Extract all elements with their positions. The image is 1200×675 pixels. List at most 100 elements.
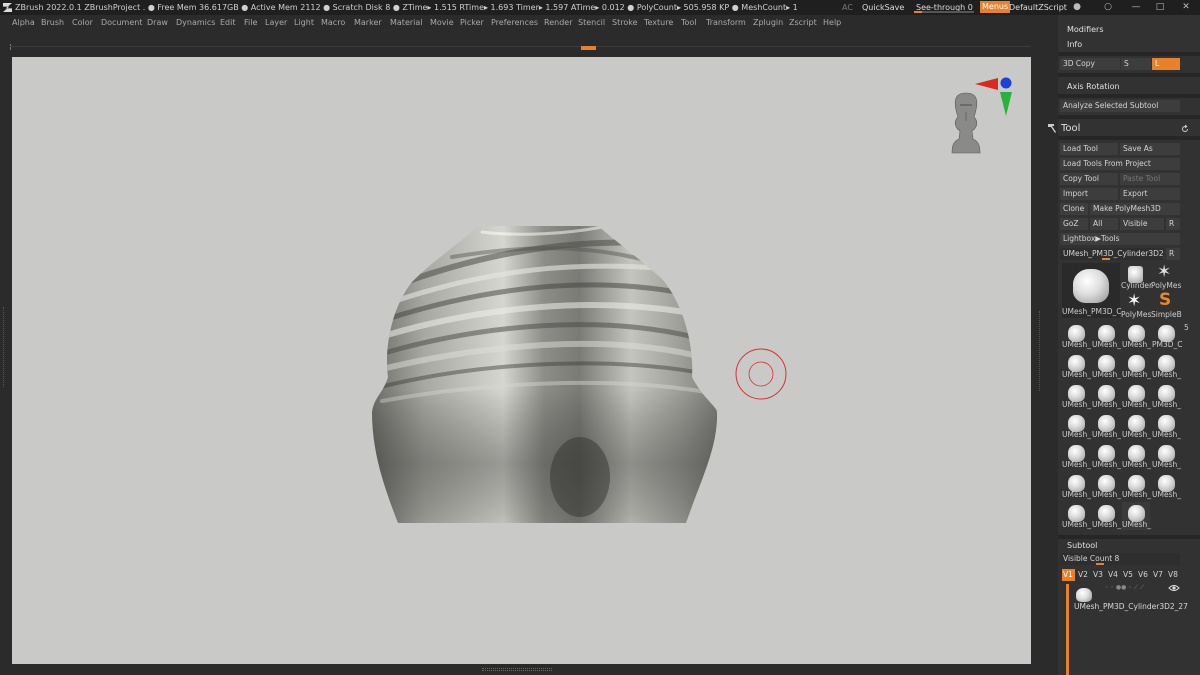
bottom-tray-grip[interactable] <box>482 668 552 671</box>
document-canvas[interactable] <box>12 57 1031 664</box>
menu-document[interactable]: Document <box>101 15 142 31</box>
menu-render[interactable]: Render <box>544 15 572 31</box>
tool-thumb[interactable]: UMesh_ <box>1122 442 1151 470</box>
bottom-tray[interactable] <box>12 664 1031 675</box>
s-button[interactable]: S <box>1121 58 1151 70</box>
tool-thumb-selected[interactable]: UMesh_ <box>1122 502 1151 530</box>
tool-thumb-polymesh-star-2[interactable]: ✶ PolyMes <box>1121 291 1151 320</box>
tool-thumb[interactable]: UMesh_ <box>1062 322 1091 350</box>
l-button[interactable]: L <box>1152 58 1180 70</box>
menu-marker[interactable]: Marker <box>354 15 382 31</box>
subtool-header[interactable]: Subtool <box>1067 541 1097 550</box>
subtool-toggle-icons[interactable]: ◦ ◦ ●● ◦ ⟋ ⟋ <box>1105 584 1144 592</box>
tool-thumb-main[interactable]: UMesh_PM3D_C <box>1062 263 1122 318</box>
menu-help[interactable]: Help <box>823 15 841 31</box>
menu-layer[interactable]: Layer <box>265 15 287 31</box>
close-icon[interactable]: ✕ <box>1181 2 1191 12</box>
default-zscript-button[interactable]: DefaultZScript <box>1009 0 1067 15</box>
tool-thumb[interactable]: UMesh_ <box>1062 412 1091 440</box>
menu-file[interactable]: File <box>244 15 257 31</box>
see-through-slider[interactable] <box>914 11 974 13</box>
menu-preferences[interactable]: Preferences <box>491 15 538 31</box>
menu-zscript[interactable]: Zscript <box>789 15 817 31</box>
visibility-eye-icon[interactable] <box>1168 584 1180 592</box>
tool-thumb[interactable]: UMesh_ <box>1122 472 1151 500</box>
minimize-icon[interactable]: — <box>1131 2 1141 12</box>
goz-visible-button[interactable]: Visible <box>1120 218 1164 230</box>
menu-transform[interactable]: Transform <box>706 15 746 31</box>
tool-thumb[interactable]: UMesh_ <box>1152 472 1181 500</box>
right-tray-grip[interactable] <box>1039 311 1043 391</box>
version-v1-button[interactable]: V1 <box>1062 569 1075 581</box>
menu-tool[interactable]: Tool <box>681 15 697 31</box>
axis-gizmo[interactable] <box>975 77 1012 117</box>
goz-r-button[interactable]: R <box>1166 218 1180 230</box>
menu-alpha[interactable]: Alpha <box>12 15 35 31</box>
import-button[interactable]: Import <box>1060 188 1118 200</box>
tool-thumb[interactable]: UMesh_ <box>1062 502 1091 530</box>
current-tool-slider[interactable]: UMesh_PM3D_Cylinder3D2_27 <box>1060 248 1164 260</box>
load-tools-from-project-button[interactable]: Load Tools From Project <box>1060 158 1180 170</box>
menu-color[interactable]: Color <box>72 15 93 31</box>
tool-thumb[interactable]: UMesh_ <box>1122 412 1151 440</box>
tool-thumb[interactable]: UMesh_ <box>1062 472 1091 500</box>
menu-macro[interactable]: Macro <box>321 15 345 31</box>
menu-draw[interactable]: Draw <box>147 15 168 31</box>
menu-brush[interactable]: Brush <box>41 15 64 31</box>
tool-thumb[interactable]: UMesh_ <box>1092 322 1121 350</box>
version-v6-button[interactable]: V6 <box>1137 569 1150 581</box>
tool-palette-title[interactable]: Tool <box>1061 123 1080 134</box>
version-v4-button[interactable]: V4 <box>1107 569 1120 581</box>
load-tool-button[interactable]: Load Tool <box>1060 143 1118 155</box>
version-v8-button[interactable]: V8 <box>1167 569 1180 581</box>
tool-thumb[interactable]: UMesh_ <box>1092 472 1121 500</box>
menu-picker[interactable]: Picker <box>460 15 484 31</box>
tool-thumb[interactable]: UMesh_ <box>1122 382 1151 410</box>
navigation-head-gizmo-icon[interactable] <box>951 92 981 154</box>
current-tool-slider-thumb[interactable] <box>1102 258 1110 260</box>
tool-r-button[interactable]: R <box>1166 248 1180 260</box>
tool-thumb[interactable]: PM3D_C <box>1152 322 1183 350</box>
tool-thumb[interactable]: UMesh_ <box>1152 382 1181 410</box>
ui-toggle-icon[interactable]: ○ <box>1103 2 1113 12</box>
subtool-item[interactable]: ◦ ◦ ●● ◦ ⟋ ⟋ UMesh_PM3D_Cylinder3D2_27 <box>1072 584 1198 614</box>
help-dot-icon[interactable]: ● <box>1072 2 1082 12</box>
paste-tool-button[interactable]: Paste Tool <box>1120 173 1180 185</box>
3d-copy-button[interactable]: 3D Copy <box>1060 58 1120 70</box>
tool-thumb[interactable]: UMesh_ <box>1152 412 1181 440</box>
tool-thumb[interactable]: UMesh_ <box>1092 412 1121 440</box>
version-v2-button[interactable]: V2 <box>1077 569 1090 581</box>
tool-thumb[interactable]: UMesh_ <box>1092 382 1121 410</box>
menu-material[interactable]: Material <box>390 15 423 31</box>
version-v3-button[interactable]: V3 <box>1092 569 1105 581</box>
goz-all-button[interactable]: All <box>1090 218 1118 230</box>
tool-thumb[interactable]: UMesh_ <box>1092 352 1121 380</box>
save-as-button[interactable]: Save As <box>1120 143 1180 155</box>
menu-light[interactable]: Light <box>294 15 314 31</box>
menu-dynamics[interactable]: Dynamics <box>176 15 215 31</box>
visible-count-slider-thumb[interactable] <box>1096 563 1104 565</box>
axis-rotation-header[interactable]: Axis Rotation <box>1067 82 1120 91</box>
shelf-marker[interactable] <box>581 46 596 50</box>
menu-movie[interactable]: Movie <box>430 15 454 31</box>
menus-toggle-button[interactable]: Menus <box>980 1 1011 13</box>
clone-button[interactable]: Clone <box>1060 203 1088 215</box>
menu-texture[interactable]: Texture <box>644 15 673 31</box>
export-button[interactable]: Export <box>1120 188 1180 200</box>
modifiers-header[interactable]: Modifiers <box>1067 25 1104 34</box>
tool-thumb[interactable]: UMesh_ <box>1062 442 1091 470</box>
maximize-icon[interactable]: □ <box>1155 2 1165 12</box>
goz-button[interactable]: GoZ <box>1060 218 1088 230</box>
copy-tool-button[interactable]: Copy Tool <box>1060 173 1118 185</box>
menu-stroke[interactable]: Stroke <box>612 15 638 31</box>
subtool-scrollbar[interactable] <box>1066 584 1069 675</box>
tool-thumb-simplebrush[interactable]: S SimpleB <box>1151 290 1182 320</box>
tool-thumb[interactable]: UMesh_ <box>1062 382 1091 410</box>
quicksave-button[interactable]: QuickSave <box>862 0 904 15</box>
left-tray-grip[interactable] <box>3 307 7 387</box>
tool-thumb[interactable]: UMesh_ <box>1092 442 1121 470</box>
refresh-icon[interactable] <box>1180 124 1190 134</box>
tool-thumb[interactable]: UMesh_ <box>1092 502 1121 530</box>
tool-thumb[interactable]: UMesh_ <box>1152 442 1181 470</box>
lightbox-tools-button[interactable]: Lightbox▶Tools <box>1060 233 1180 245</box>
